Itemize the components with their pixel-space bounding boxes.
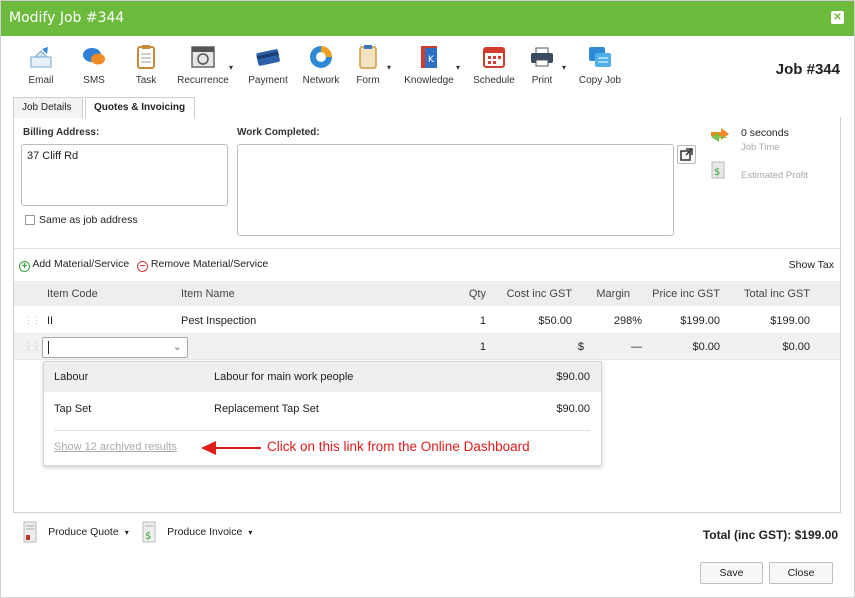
sms-button[interactable]: SMS	[77, 41, 111, 86]
schedule-button[interactable]: Schedule	[471, 41, 517, 86]
chevron-down-icon[interactable]: ⌄	[173, 340, 182, 353]
schedule-icon	[471, 41, 517, 73]
network-icon	[299, 41, 343, 73]
text-cursor	[48, 341, 49, 354]
tab-quotes-invoicing[interactable]: Quotes & Invoicing	[85, 97, 195, 119]
same-as-job-label: Same as job address	[39, 214, 138, 226]
remove-material-button[interactable]: − Remove Material/Service	[137, 258, 268, 272]
form-dropdown-icon[interactable]: ▾	[387, 63, 391, 72]
print-icon	[527, 41, 557, 73]
close-icon[interactable]: ✕	[831, 11, 844, 24]
dropdown-divider	[54, 430, 590, 431]
header-qty: Qty	[468, 288, 486, 300]
job-number-heading: Job #344	[775, 61, 840, 78]
header-cost: Cost inc GST	[506, 288, 572, 300]
header-total: Total inc GST	[743, 288, 810, 300]
copy-job-icon	[577, 41, 623, 73]
save-button[interactable]: Save	[700, 562, 763, 584]
payment-button[interactable]: Payment	[245, 41, 291, 86]
dropdown-option[interactable]: Tap Set Replacement Tap Set $90.00	[44, 394, 601, 424]
recurrence-dropdown-icon[interactable]: ▾	[229, 63, 233, 72]
email-button[interactable]: Email	[23, 41, 59, 86]
header-item-code: Item Code	[47, 288, 98, 300]
recurrence-icon	[173, 41, 233, 73]
total-label: Total (inc GST): $199.00	[702, 528, 838, 542]
external-link-icon	[680, 148, 693, 161]
table-row[interactable]: ⋮⋮ II Pest Inspection 1 $50.00 298% $199…	[14, 308, 840, 334]
quote-document-icon	[23, 521, 37, 543]
knowledge-dropdown-icon[interactable]: ▾	[456, 63, 460, 72]
item-code-select[interactable]: ⌄	[42, 337, 188, 358]
knowledge-icon: K	[401, 41, 457, 73]
caret-down-icon: ▾	[124, 527, 129, 537]
estimated-profit-icon: $	[711, 161, 725, 182]
grid-header: Item Code Item Name Qty Cost inc GST Mar…	[14, 281, 840, 306]
annotation-text: Click on this link from the Online Dashb…	[267, 439, 530, 454]
caret-down-icon: ▾	[248, 527, 253, 537]
form-icon	[353, 41, 383, 73]
email-icon	[23, 41, 59, 73]
invoice-document-icon: $	[142, 521, 156, 543]
table-row[interactable]: ⋮⋮ ⌄ 1 $ — $0.00 $0.00	[14, 334, 840, 360]
drag-handle-icon[interactable]: ⋮⋮	[24, 341, 41, 352]
task-button[interactable]: Task	[131, 41, 161, 86]
tab-job-details[interactable]: Job Details	[13, 97, 83, 118]
annotation-arrow-line	[215, 447, 261, 449]
header-item-name: Item Name	[181, 288, 235, 300]
divider	[13, 248, 841, 249]
billing-address-label: Billing Address:	[23, 127, 100, 138]
job-time-value: 0 seconds	[741, 127, 789, 139]
estimated-profit-label: Estimated Profit	[741, 170, 809, 181]
header-price: Price inc GST	[652, 288, 720, 300]
task-icon	[131, 41, 161, 73]
produce-quote-button[interactable]: Produce Quote ▾	[23, 521, 129, 543]
svg-text:$: $	[714, 167, 720, 178]
modify-job-window: Modify Job #344 ✕ Email SMS Task Recurre…	[0, 0, 855, 598]
expand-editor-button[interactable]	[677, 145, 696, 164]
produce-invoice-button[interactable]: $ Produce Invoice ▾	[142, 521, 252, 543]
copy-job-button[interactable]: Copy Job	[577, 41, 623, 86]
plus-circle-icon: +	[19, 261, 30, 272]
dropdown-option[interactable]: Labour Labour for main work people $90.0…	[44, 362, 601, 392]
print-button[interactable]: Print	[527, 41, 557, 86]
toolbar: Email SMS Task Recurrence ▾ Payment Netw…	[1, 41, 854, 93]
show-tax-link[interactable]: Show Tax	[789, 259, 834, 271]
add-material-button[interactable]: + Add Material/Service	[19, 258, 129, 272]
same-as-job-checkbox[interactable]	[25, 215, 35, 225]
recurrence-button[interactable]: Recurrence	[173, 41, 233, 86]
window-title: Modify Job #344	[9, 10, 125, 26]
knowledge-button[interactable]: K Knowledge	[401, 41, 457, 86]
job-time-label: Job Time	[741, 142, 780, 153]
print-dropdown-icon[interactable]: ▾	[562, 63, 566, 72]
svg-text:$: $	[145, 531, 151, 542]
arrow-left-icon	[201, 441, 216, 455]
work-completed-field[interactable]	[237, 144, 674, 236]
billing-address-field[interactable]: 37 Cliff Rd	[21, 144, 228, 206]
payment-icon	[245, 41, 291, 73]
window-titlebar: Modify Job #344 ✕	[1, 1, 854, 36]
show-archived-link[interactable]: Show 12 archived results	[54, 441, 177, 453]
job-time-icon	[709, 126, 731, 147]
form-button[interactable]: Form	[353, 41, 383, 86]
work-completed-label: Work Completed:	[237, 127, 320, 138]
drag-handle-icon[interactable]: ⋮⋮	[24, 315, 41, 326]
header-margin: Margin	[596, 288, 630, 300]
minus-circle-icon: −	[137, 261, 148, 272]
sms-icon	[77, 41, 111, 73]
network-button[interactable]: Network	[299, 41, 343, 86]
close-button[interactable]: Close	[769, 562, 833, 584]
